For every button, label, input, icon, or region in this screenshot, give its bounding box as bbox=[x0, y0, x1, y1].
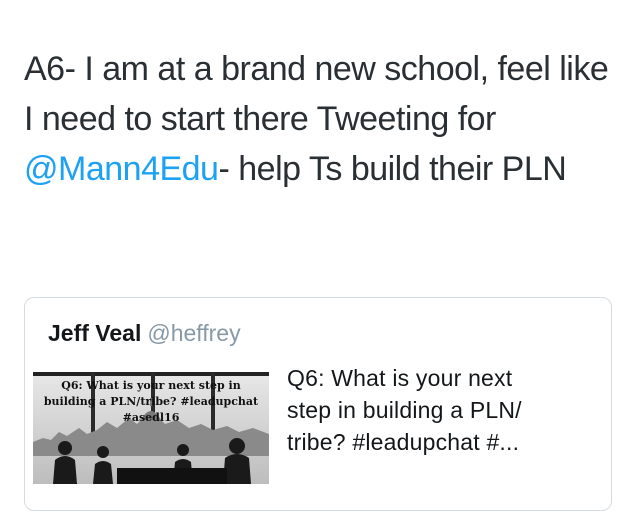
image-caption-line: Q6: What is your next step in bbox=[61, 379, 241, 392]
image-caption-line: #asedl16 bbox=[122, 411, 180, 424]
quoted-text-line: step in building a PLN/ bbox=[287, 397, 522, 423]
quoted-author-handle[interactable]: @heffrey bbox=[147, 320, 240, 346]
mention-link[interactable]: @Mann4Edu bbox=[24, 150, 219, 188]
image-caption-line: building a PLN/tribe? #leadupchat bbox=[43, 395, 259, 408]
tweet-text-before: A6- I am at a brand new school, feel lik… bbox=[24, 50, 609, 138]
quoted-tweet-card[interactable]: Jeff Veal @heffrey Q6: What is your next… bbox=[24, 297, 612, 511]
tweet-text: A6- I am at a brand new school, feel lik… bbox=[24, 44, 614, 194]
quoted-text-line: Q6: What is your next bbox=[287, 365, 513, 391]
quoted-text-line: tribe? #leadupchat #... bbox=[287, 429, 520, 455]
quoted-author-name[interactable]: Jeff Veal bbox=[48, 320, 141, 346]
tweet: A6- I am at a brand new school, feel lik… bbox=[0, 0, 633, 522]
quoted-tweet-text: Q6: What is your next step in building a… bbox=[287, 362, 605, 458]
quoted-tweet-header: Jeff Veal @heffrey bbox=[48, 318, 241, 348]
quoted-tweet-image[interactable]: Q6: What is your next step in building a… bbox=[33, 372, 269, 484]
tweet-text-after: - help Ts build their PLN bbox=[218, 150, 567, 188]
image-caption: Q6: What is your next step in building a… bbox=[33, 378, 269, 426]
